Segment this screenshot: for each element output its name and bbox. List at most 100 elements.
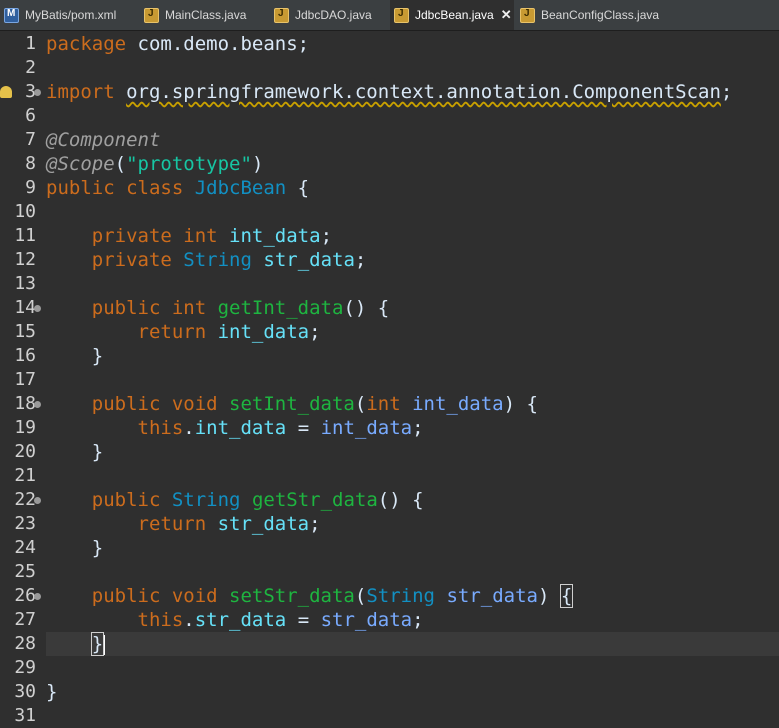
line-number: 20 — [14, 441, 36, 462]
tab-pom-xml[interactable]: MyBatis/pom.xml — [0, 0, 140, 30]
java-file-icon — [520, 7, 535, 23]
code-line[interactable]: public String getStr_data() { — [46, 488, 424, 512]
code-line[interactable]: return str_data; — [46, 512, 321, 536]
code-line[interactable]: private int int_data; — [46, 224, 332, 248]
code-token: String — [171, 489, 241, 511]
fold-toggle-icon[interactable] — [34, 401, 41, 408]
code-token: ( — [354, 393, 367, 415]
line-number: 9 — [25, 177, 36, 198]
tab-label: JdbcDAO.java — [295, 8, 372, 22]
tab-mainclass-java[interactable]: MainClass.java — [140, 0, 270, 30]
code-token: str_data — [263, 249, 355, 271]
line-number: 30 — [14, 681, 36, 702]
line-number: 1 — [25, 33, 36, 54]
tab-jdbcbean-java[interactable]: JdbcBean.java ✕ — [390, 0, 514, 30]
code-line[interactable]: } — [46, 632, 106, 656]
code-line[interactable]: private String str_data; — [46, 248, 367, 272]
line-number: 23 — [14, 513, 36, 534]
code-token: private — [91, 249, 184, 271]
line-number: 27 — [14, 609, 36, 630]
tab-label: JdbcBean.java — [415, 8, 494, 22]
code-token: public — [91, 489, 172, 511]
code-line[interactable]: return int_data; — [46, 320, 321, 344]
code-line[interactable]: import org.springframework.context.annot… — [46, 80, 732, 104]
code-token: ; — [354, 249, 367, 271]
code-token: ; — [309, 513, 321, 535]
code-token: ; — [720, 81, 733, 103]
code-token: int_data — [194, 417, 287, 439]
code-token: public void — [91, 393, 230, 415]
code-editor[interactable]: 1 2 3 6 7 8 9 10 11 12 13 14 15 16 17 18 19 20 21 22 23 24 25 2… — [0, 31, 779, 726]
warning-lightbulb-icon[interactable] — [0, 86, 12, 98]
code-line[interactable]: this.str_data = str_data; — [46, 608, 424, 632]
line-number: 12 — [14, 249, 36, 270]
code-line[interactable]: @Component — [46, 128, 160, 152]
tab-beanconfigclass-java[interactable]: BeanConfigClass.java — [516, 0, 666, 30]
code-line[interactable]: package com.demo.beans; — [46, 32, 309, 56]
line-number: 10 — [14, 201, 36, 222]
code-token: setStr_data — [229, 585, 355, 607]
code-token: public void — [91, 585, 230, 607]
code-token: @Scope — [46, 153, 115, 175]
code-token: this — [137, 417, 184, 439]
code-line[interactable]: this.int_data = int_data; — [46, 416, 424, 440]
code-token: ) — [251, 153, 264, 175]
line-number: 8 — [25, 153, 36, 174]
code-line[interactable]: } — [46, 680, 57, 704]
fold-toggle-icon[interactable] — [34, 497, 41, 504]
code-token: ( — [354, 585, 367, 607]
code-line[interactable]: public int getInt_data() { — [46, 296, 389, 320]
code-token: getStr_data — [251, 489, 378, 511]
code-token: int — [366, 393, 413, 415]
fold-toggle-icon[interactable] — [34, 305, 41, 312]
code-token: private int — [91, 225, 230, 247]
code-token: { — [559, 584, 574, 608]
close-tab-icon[interactable]: ✕ — [501, 7, 512, 23]
code-token: ; — [412, 609, 424, 631]
code-line[interactable]: } — [46, 344, 103, 368]
line-number: 2 — [25, 57, 36, 78]
code-line[interactable]: } — [46, 440, 103, 464]
editor-tab-bar: MyBatis/pom.xml MainClass.java JdbcDAO.j… — [0, 0, 779, 31]
tab-label: MainClass.java — [165, 8, 247, 22]
code-token: ) { — [503, 393, 538, 415]
line-number: 26 — [14, 585, 36, 606]
fold-toggle-icon[interactable] — [34, 89, 41, 96]
code-token: ; — [320, 225, 333, 247]
fold-toggle-icon[interactable] — [34, 593, 41, 600]
code-token: return — [137, 321, 218, 343]
code-token: } — [46, 441, 104, 463]
tab-jdbcdao-java[interactable]: JdbcDAO.java — [270, 0, 388, 30]
code-line[interactable]: public void setStr_data(String str_data)… — [46, 584, 574, 608]
code-token: JdbcBean — [194, 177, 287, 199]
code-token: } — [46, 345, 104, 367]
code-token: @Component — [46, 129, 161, 151]
code-token: ) — [537, 585, 561, 607]
code-token: = — [286, 417, 321, 439]
code-line[interactable]: public class JdbcBean { — [46, 176, 309, 200]
code-token: return — [137, 513, 218, 535]
code-token: str_data — [194, 609, 287, 631]
code-token: () { — [343, 297, 390, 319]
code-token: () { — [377, 489, 424, 511]
code-token: "prototype" — [126, 153, 252, 175]
code-line[interactable]: public void setInt_data(int int_data) { — [46, 392, 538, 416]
code-area[interactable]: package com.demo.beans; import org.spring… — [46, 31, 779, 713]
code-line[interactable]: @Scope("prototype") — [46, 152, 263, 176]
line-number: 28 — [14, 633, 36, 654]
code-token: String — [366, 585, 435, 607]
code-token: . — [183, 417, 195, 439]
code-line[interactable]: } — [46, 536, 103, 560]
code-token: = — [286, 609, 321, 631]
code-token: ( — [114, 153, 127, 175]
java-file-icon — [394, 7, 409, 23]
